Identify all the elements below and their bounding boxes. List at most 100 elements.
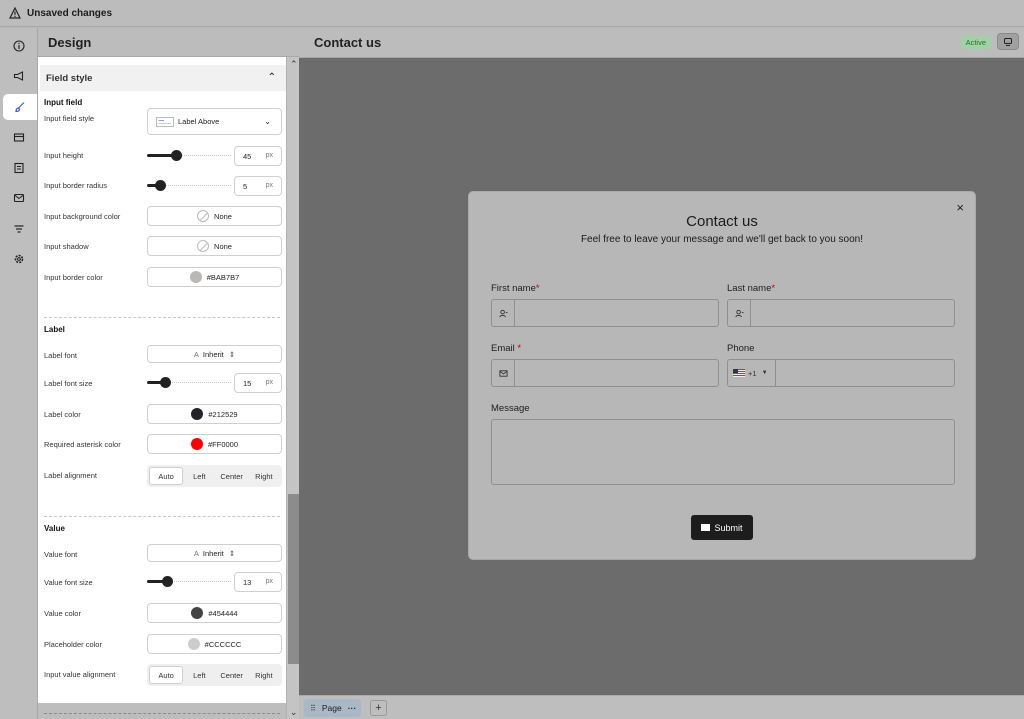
input-height-slider[interactable] [147, 150, 231, 161]
value-font-size-field[interactable]: 13 px [234, 572, 282, 592]
brush-icon[interactable] [3, 94, 37, 120]
section-divider [44, 516, 280, 517]
input-field-style-value: Label Above [178, 117, 220, 126]
value-font-value: Inherit [202, 548, 224, 558]
page-bar: ⠿ Page ··· + [299, 695, 1024, 719]
form-icon[interactable] [5, 155, 33, 181]
label-font-size-slider[interactable] [147, 377, 231, 388]
slider-handle[interactable] [162, 576, 173, 587]
align-right-option[interactable]: Right [248, 666, 280, 684]
input-shadow-picker[interactable]: None [147, 236, 282, 256]
modal-title: Contact us [686, 213, 758, 230]
add-page-button[interactable]: + [370, 700, 387, 716]
label-color-label: Label color [44, 410, 81, 419]
warning-icon [9, 7, 21, 19]
input-value-alignment-label: Input value alignment [44, 670, 116, 679]
input-border-color-picker[interactable]: #BAB7B7 [147, 267, 282, 287]
phone-label: Phone [727, 343, 755, 354]
align-right-option[interactable]: Right [248, 467, 280, 485]
input-value-alignment-toggle[interactable]: Auto Left Center Right [147, 664, 282, 686]
unsaved-changes-bar: Unsaved changes [0, 0, 1024, 27]
align-auto-option[interactable]: Auto [149, 467, 184, 485]
email-label: Email * [491, 343, 521, 354]
placeholder-color-label: Placeholder color [44, 640, 102, 649]
email-input[interactable] [491, 359, 719, 387]
slider-handle[interactable] [155, 180, 166, 191]
country-code-select[interactable]: +1 ▼ [728, 360, 776, 386]
input-background-color-label: Input background color [44, 212, 121, 221]
user-icon [492, 300, 515, 326]
label-font-select[interactable]: A Inherit ⇕ [147, 345, 282, 363]
value-font-size-value: 13 [243, 577, 252, 587]
value-heading: Value [44, 524, 65, 533]
align-left-option[interactable]: Left [183, 666, 215, 684]
device-icon[interactable] [997, 33, 1019, 50]
label-font-size-value: 15 [243, 378, 252, 388]
chevron-up-icon[interactable]: ⌃ [290, 59, 298, 70]
page-tab-label: Page [321, 703, 342, 713]
required-asterisk-color-label: Required asterisk color [44, 440, 121, 449]
align-center-option[interactable]: Center [216, 467, 248, 485]
required-asterisk: * [517, 343, 522, 354]
label-font-size-field[interactable]: 15 px [234, 373, 282, 393]
input-border-radius-field[interactable]: 5 px [234, 176, 282, 196]
slider-handle[interactable] [171, 150, 182, 161]
label-font-size-label: Label font size [44, 379, 93, 388]
px-unit: px [265, 152, 273, 159]
color-swatch [189, 271, 202, 283]
email-text: Email [491, 343, 515, 354]
submit-button[interactable]: Submit [691, 515, 753, 540]
input-border-radius-value: 5 [243, 181, 248, 191]
field-style-section-header[interactable]: Field style ⌃ [40, 65, 286, 91]
input-height-field[interactable]: 45 px [234, 146, 282, 166]
input-border-color-label: Input border color [44, 273, 103, 282]
none-icon [197, 240, 210, 252]
align-left-option[interactable]: Left [183, 467, 215, 485]
required-asterisk-color-picker[interactable]: #FF0000 [147, 434, 282, 454]
placeholder-color-picker[interactable]: #CCCCCC [147, 634, 282, 654]
more-icon[interactable]: ··· [348, 703, 357, 713]
value-font-size-label: Value font size [44, 578, 93, 587]
mail-icon[interactable] [5, 185, 33, 211]
input-field-heading: Input field [44, 98, 83, 107]
input-field-style-select[interactable]: Label Above ⌄ [147, 108, 282, 135]
align-center-option[interactable]: Center [216, 666, 248, 684]
value-color-picker[interactable]: #454444 [147, 603, 282, 623]
last-name-label: Last name* [727, 283, 775, 294]
chevron-up-icon[interactable]: ⌃ [268, 72, 276, 83]
info-icon[interactable] [5, 33, 33, 59]
panel-scrollbar[interactable]: ⌃ ⌄ [286, 57, 299, 719]
label-heading: Label [44, 325, 65, 334]
font-icon: A [193, 349, 199, 359]
field-style-title: Field style [46, 72, 93, 84]
label-alignment-toggle[interactable]: Auto Left Center Right [147, 465, 282, 487]
color-swatch [191, 607, 204, 619]
first-name-input[interactable] [491, 299, 719, 327]
last-name-input[interactable] [727, 299, 955, 327]
value-font-size-slider[interactable] [147, 576, 231, 587]
envelope-icon [701, 524, 711, 531]
slider-handle[interactable] [160, 377, 171, 388]
input-background-color-picker[interactable]: None [147, 206, 282, 226]
filter-icon[interactable] [5, 216, 33, 242]
chevron-down-icon[interactable]: ⌄ [290, 707, 298, 718]
page-tab[interactable]: ⠿ Page ··· [304, 699, 361, 717]
user-icon [728, 300, 751, 326]
scrollbar-thumb[interactable] [288, 494, 299, 664]
settings-icon[interactable] [5, 246, 33, 272]
label-color-picker[interactable]: #212529 [147, 404, 282, 424]
none-icon [197, 210, 210, 222]
layout-icon[interactable] [5, 125, 33, 151]
caret-down-icon: ▼ [761, 370, 768, 376]
input-border-radius-slider[interactable] [147, 180, 231, 191]
phone-input[interactable]: +1 ▼ [727, 359, 955, 387]
input-shadow-value: None [214, 241, 232, 251]
message-textarea[interactable] [491, 419, 955, 485]
country-code: +1 [748, 368, 757, 378]
megaphone-icon[interactable] [5, 63, 33, 89]
value-font-select[interactable]: A Inherit ⇕ [147, 544, 282, 562]
align-auto-option[interactable]: Auto [149, 666, 184, 684]
drag-handle-icon[interactable]: ⠿ [310, 704, 316, 713]
left-rail [0, 28, 38, 719]
input-border-radius-label: Input border radius [44, 181, 107, 190]
